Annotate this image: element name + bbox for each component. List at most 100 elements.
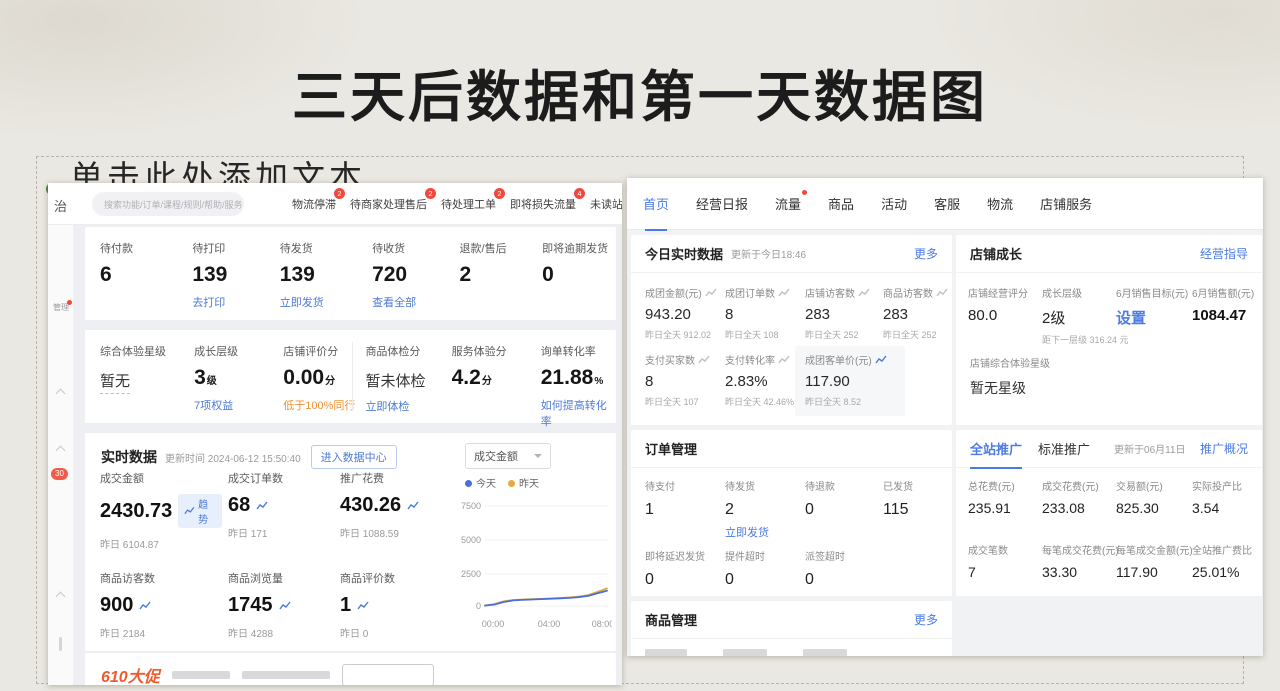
check-now-link[interactable]: 立即体检 [365,398,409,414]
set-target-link[interactable]: 设置 [1116,307,1192,328]
tab-logistics[interactable]: 物流 [987,194,1013,213]
nav-item-unread-messages[interactable]: 未读站内信68 [590,196,622,212]
left-sidebar: 管理 30 [48,225,74,685]
metric-to-receive: 待收货 720 查看全部 [372,240,459,311]
tab-standard-promo[interactable]: 标准推广 [1038,439,1090,458]
ship-now-link[interactable]: 立即发货 [280,294,324,310]
notification-badge: 4 [574,188,585,199]
today-row1: 成团金额(元) 943.20 昨日全天 912.02 成团订单数 8 昨日全天 … [645,285,953,341]
more-link[interactable]: 更多 [914,245,938,262]
tab-traffic[interactable]: 流量 [775,194,801,213]
trend-icon[interactable] [698,355,710,365]
promo-row2: 成交笔数 7 每笔成交花费(元) 33.30 每笔成交金额(元) 117.90 … [968,542,1258,580]
more-link[interactable]: 更多 [914,611,938,628]
metric-refund-aftersale: 退款/售后 2 [460,240,543,311]
promo-updated: 更新于06月11日 [1114,441,1186,456]
metric-cost-per-deal: 每笔成交花费(元) 33.30 [1042,542,1116,580]
left-dashboard-body: 待付款 6 待打印 139 去打印 待发货 139 立即发货 待收货 [74,225,622,685]
sidebar-count-badge: 30 [51,468,68,480]
tab-service[interactable]: 客服 [934,194,960,213]
blurred-text [242,671,330,679]
metric-growth-level: 成长层级 2级 距下一层级 316.24 元 [1042,285,1116,346]
trend-icon[interactable] [778,288,790,298]
nav-label: 物流停滞 [292,199,336,211]
clipped-row [645,649,847,656]
trend-icon[interactable] [139,601,151,611]
metric-deal-count: 成交笔数 7 [968,542,1042,580]
trend-icon[interactable] [875,355,887,365]
metric-avg-order-value: 成团客单价(元) 117.90 昨日全天 8.52 [795,346,905,416]
promotion-card: 全站推广 标准推广 更新于06月11日 推广概况 总花费(元) 235.91 成… [956,430,1262,596]
benefits-link[interactable]: 7项权益 [194,397,233,413]
metric-to-print: 待打印 139 去打印 [192,240,279,311]
metric-shop-visitors: 店铺访客数 283 昨日全天 252 [805,285,883,341]
notification-badge: 2 [334,188,345,199]
metric-group-amount: 成团金额(元) 943.20 昨日全天 912.02 [645,285,725,341]
tab-activity[interactable]: 活动 [881,194,907,213]
trend-icon[interactable] [279,601,291,611]
metric-group-orders: 成团订单数 8 昨日全天 108 [725,285,805,341]
metric-pending-payment: 待付款 6 [100,240,192,311]
chevron-up-icon[interactable] [56,389,66,399]
nav-item-pending-ticket[interactable]: 待处理工单2 [441,196,496,212]
today-row2: 支付买家数 8 昨日全天 107 支付转化率 2.83% 昨日全天 42.46%… [645,352,905,416]
metric-sales-target: 6月销售目标(元) 设置 [1116,285,1192,346]
metric-to-pay: 待支付 1 [645,478,725,541]
realtime-updated: 更新时间 2024-06-12 15:50:40 [165,450,301,465]
search-placeholder: 搜索功能/订单/课程/规则/帮助/服务 [104,198,243,211]
select-value: 成交金额 [474,448,518,464]
tab-home[interactable]: 首页 [643,194,669,213]
tab-goods[interactable]: 商品 [828,194,854,213]
metric-to-refund: 待退款 0 [805,478,883,541]
metric-growth-level: 成长层级 3级 7项权益 [194,343,283,430]
search-input[interactable]: 搜索功能/订单/课程/规则/帮助/服务 [92,192,244,216]
sidebar-item-label: 管理 [53,303,69,312]
legend-yesterday: 昨天 [508,475,539,490]
right-tab-bar: 首页 经营日报 流量 商品 活动 客服 物流 店铺服务 [627,178,1263,230]
tab-shop-services[interactable]: 店铺服务 [1040,194,1092,213]
nav-item-pending-aftersale[interactable]: 待商家处理售后2 [350,196,427,212]
improve-conversion-link[interactable]: 如何提高转化率 [541,397,616,429]
goods-management-card: 商品管理 更多 [631,601,952,656]
chevron-up-icon[interactable] [56,446,66,456]
chart-metric-select[interactable]: 成交金额 [465,443,551,469]
metric-deal-spend: 成交花费(元) 233.08 [1042,478,1116,516]
x-tick: 00:00 [482,619,505,629]
nav-item-logistics-stalled[interactable]: 物流停滞2 [292,196,336,212]
sidebar-cropped-text: 治 [54,196,67,215]
trend-icon[interactable] [778,355,790,365]
promo-overview-link[interactable]: 推广概况 [1200,440,1248,457]
sidebar-item-manage[interactable]: 管理 [52,303,70,312]
data-center-button[interactable]: 进入数据中心 [311,445,397,469]
metric-amount-per-deal: 每笔成交金额(元) 117.90 [1116,542,1192,580]
promo-button[interactable] [342,664,434,685]
tab-sitewide-promo[interactable]: 全站推广 [970,439,1022,458]
trend-icon[interactable] [256,501,268,511]
realtime-data-card: 实时数据 更新时间 2024-06-12 15:50:40 进入数据中心 成交金… [85,433,616,651]
below-peers-link[interactable]: 低于100%同行 [283,397,355,413]
chevron-up-icon[interactable] [56,592,66,602]
y-tick: 2500 [461,569,481,579]
go-print-link[interactable]: 去打印 [192,294,225,310]
ship-now-link[interactable]: 立即发货 [725,524,769,540]
growth-row: 店铺经营评分 80.0 成长层级 2级 距下一层级 316.24 元 6月销售目… [968,285,1258,346]
order-stats-card: 待付款 6 待打印 139 去打印 待发货 139 立即发货 待收货 [85,227,616,320]
tab-daily-report[interactable]: 经营日报 [696,194,748,213]
metric-service-score: 服务体验分 4.2分 [452,343,541,430]
order-row1: 待支付 1 待发货 2 立即发货 待退款 0 已发货 115 [645,478,953,541]
trend-icon[interactable] [407,501,419,511]
x-tick: 04:00 [538,619,561,629]
trend-icon[interactable] [705,288,717,298]
shop-growth-card: 店铺成长 经营指导 店铺经营评分 80.0 成长层级 2级 距下一层级 316.… [956,235,1262,425]
nav-item-traffic-loss[interactable]: 即将损失流量4 [510,196,576,212]
left-top-nav: 物流停滞2 待商家处理售后2 待处理工单2 即将损失流量4 未读站内信68 浏 [292,183,622,225]
nav-label: 待处理工单 [441,199,496,211]
nav-label: 即将损失流量 [510,199,576,211]
trend-icon[interactable] [858,288,870,298]
trend-tag[interactable]: 趋势 [178,494,222,528]
trend-icon[interactable] [357,601,369,611]
view-all-link[interactable]: 查看全部 [372,294,416,310]
trend-icon[interactable] [936,288,948,298]
operation-guide-link[interactable]: 经营指导 [1200,245,1248,262]
y-tick: 5000 [461,535,481,545]
